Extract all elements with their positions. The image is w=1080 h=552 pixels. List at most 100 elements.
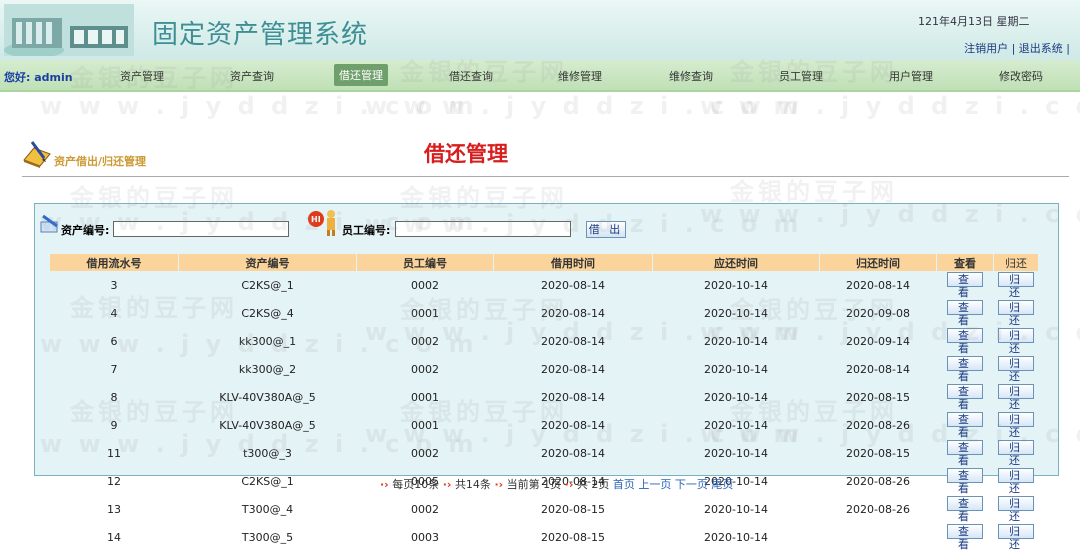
return-button[interactable]: 归 还 (998, 328, 1034, 355)
welcome-text: 您好: admin (4, 71, 73, 84)
book-pen-icon (23, 141, 51, 168)
view-cell: 查 看 (937, 496, 993, 523)
lend-out-button[interactable]: 借 出 (586, 221, 626, 238)
watermark-text: w w w . j y d d z i . c o m (40, 92, 478, 120)
table-cell: 9 (110, 419, 118, 432)
table-cell: 2020-10-14 (704, 279, 768, 292)
pagination: ·› 每页10条 ·› 共14条 ·› 当前第 1页 ·› 共 2页 首页 上一… (380, 476, 733, 492)
col-header: 员工编号 (357, 254, 493, 271)
nav-employee-manage[interactable]: 员工管理 (779, 68, 823, 84)
table-cell: 12 (107, 475, 121, 488)
table-cell: 6 (110, 335, 118, 348)
logout-user-link[interactable]: 注销用户 (964, 42, 1008, 55)
return-cell: 归 还 (994, 496, 1038, 523)
return-button[interactable]: 归 还 (998, 524, 1034, 551)
view-button[interactable]: 查 看 (947, 356, 983, 383)
watermark-text: 金银的豆子网 (730, 178, 898, 206)
current-page-text: 当前第 1页 (506, 478, 562, 491)
nav-asset-manage[interactable]: 资产管理 (120, 68, 164, 84)
view-button[interactable]: 查 看 (947, 272, 983, 299)
table-cell: 0002 (411, 279, 439, 292)
view-button[interactable]: 查 看 (947, 496, 983, 523)
table-cell: 2020-08-26 (846, 475, 910, 488)
nav-asset-query[interactable]: 资产查询 (230, 68, 274, 84)
table-cell: 2020-08-14 (541, 363, 605, 376)
col-header: 归还时间 (820, 254, 936, 271)
table-cell: C2KS@_1 (241, 475, 294, 488)
prev-page-link[interactable]: 上一页 (638, 478, 671, 491)
asset-number-input[interactable] (113, 221, 289, 237)
return-cell: 归 还 (994, 412, 1038, 439)
table-cell: 2020-08-14 (846, 279, 910, 292)
table-cell: 2020-08-14 (541, 307, 605, 320)
table-cell: 0003 (411, 531, 439, 544)
table-cell: 7 (110, 363, 118, 376)
nav-change-password[interactable]: 修改密码 (999, 68, 1043, 84)
nav-repair-query[interactable]: 维修查询 (669, 68, 713, 84)
first-page-link[interactable]: 首页 (613, 478, 635, 491)
view-button[interactable]: 查 看 (947, 440, 983, 467)
nav-user-manage[interactable]: 用户管理 (889, 68, 933, 84)
table-cell: 2020-08-14 (541, 335, 605, 348)
view-button[interactable]: 查 看 (947, 524, 983, 551)
table-cell: 2020-09-08 (846, 307, 910, 320)
return-button[interactable]: 归 还 (998, 496, 1034, 523)
table-cell: 0001 (411, 307, 439, 320)
view-button[interactable]: 查 看 (947, 468, 983, 495)
table-cell: 2020-08-15 (541, 503, 605, 516)
svg-text:HI: HI (311, 215, 321, 224)
return-button[interactable]: 归 还 (998, 440, 1034, 467)
view-button[interactable]: 查 看 (947, 328, 983, 355)
table-header-row: 借用流水号 资产编号 员工编号 借用时间 应还时间 归还时间 查看 归还 (50, 254, 1038, 271)
arrow-icon: ·› (494, 478, 504, 491)
col-header: 借用流水号 (50, 254, 178, 271)
return-cell: 归 还 (994, 440, 1038, 467)
return-cell: 归 还 (994, 300, 1038, 327)
view-cell: 查 看 (937, 412, 993, 439)
table-cell: 0002 (411, 335, 439, 348)
table-row: 6 kk300@_1 0002 2020-08-14 2020-10-14 2020-09… (50, 328, 1038, 355)
table-cell: T300@_4 (241, 503, 294, 516)
table-row: 7 kk300@_2 0002 2020-08-14 2020-10-14 2020-08… (50, 356, 1038, 383)
hi-person-icon: HI (308, 210, 335, 236)
exit-system-link[interactable]: 退出系统 (1019, 42, 1063, 55)
table-cell: 2020-10-14 (704, 503, 768, 516)
return-button[interactable]: 归 还 (998, 384, 1034, 411)
table-cell: kk300@_1 (238, 335, 297, 348)
last-page-link[interactable]: 尾页 (711, 478, 733, 491)
table-row: 9 KLV-40V380A@_5 0001 2020-08-14 2020-10-14 2… (50, 412, 1038, 439)
return-cell: 归 还 (994, 468, 1038, 495)
view-button[interactable]: 查 看 (947, 384, 983, 411)
table-cell: C2KS@_1 (241, 279, 294, 292)
nav-lend-return-manage[interactable]: 借还管理 (334, 64, 388, 86)
return-button[interactable]: 归 还 (998, 300, 1034, 327)
asset-number-label: 资产编号: (61, 224, 110, 237)
arrow-icon: ·› (564, 478, 574, 491)
view-cell: 查 看 (937, 384, 993, 411)
return-button[interactable]: 归 还 (998, 468, 1034, 495)
table-cell: 2020-08-26 (846, 419, 910, 432)
page-title: 借还管理 (424, 142, 508, 166)
nav-repair-manage[interactable]: 维修管理 (558, 68, 602, 84)
table-cell: 2020-08-14 (541, 419, 605, 432)
table-body: 3 C2KS@_1 0002 2020-08-14 2020-10-14 2020-08-… (50, 272, 1038, 551)
total-text: 共14条 (454, 478, 491, 491)
table-cell: 0001 (411, 419, 439, 432)
return-button[interactable]: 归 还 (998, 412, 1034, 439)
nav-lend-return-query[interactable]: 借还查询 (449, 68, 493, 84)
view-button[interactable]: 查 看 (947, 300, 983, 327)
return-button[interactable]: 归 还 (998, 272, 1034, 299)
table-cell: 2020-08-15 (541, 531, 605, 544)
watermark-text: w w w . j y d d z i . c o m (365, 92, 803, 120)
next-page-link[interactable]: 下一页 (675, 478, 708, 491)
table-cell: 2020-10-14 (704, 307, 768, 320)
table-cell: 2020-08-15 (846, 447, 910, 460)
table-cell: 11 (107, 447, 121, 460)
table-cell: 0001 (411, 391, 439, 404)
app-header: 固定资产管理系统 121年4月13日 星期二 注销用户 | 退出系统 | (0, 0, 1080, 60)
view-button[interactable]: 查 看 (947, 412, 983, 439)
return-button[interactable]: 归 还 (998, 356, 1034, 383)
employee-number-input[interactable] (395, 221, 571, 237)
table-cell: 2020-10-14 (704, 531, 768, 544)
current-date: 121年4月13日 星期二 (918, 15, 1030, 28)
